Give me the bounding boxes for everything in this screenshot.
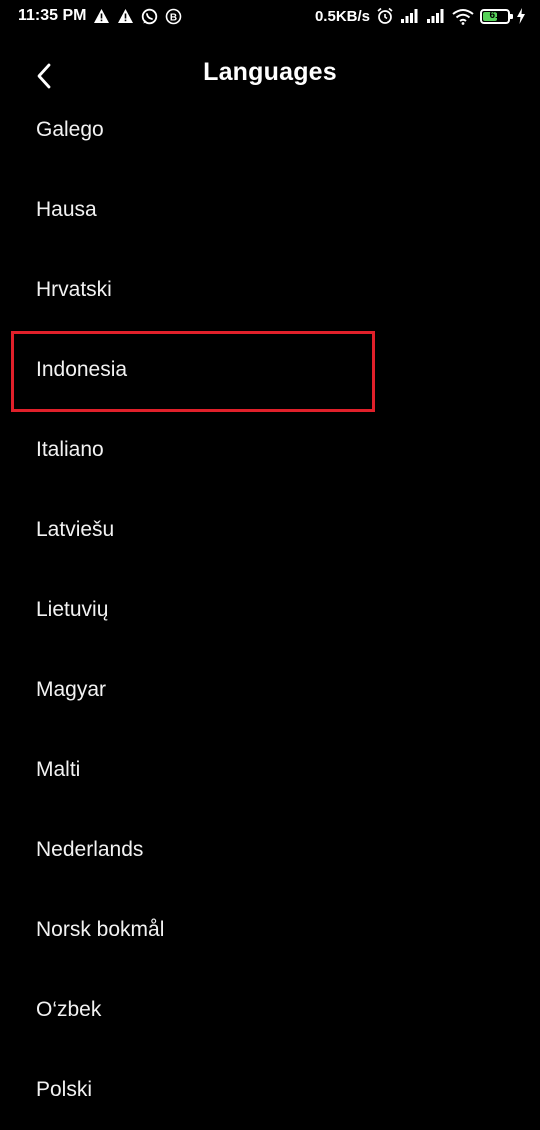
language-item-indonesia[interactable]: Indonesia — [0, 330, 540, 410]
network-speed: 0.5KB/s — [314, 7, 370, 25]
status-time: 11:35 PM — [18, 7, 87, 24]
language-item-nederlands[interactable]: Nederlands — [0, 810, 540, 890]
b-badge-icon: B — [164, 7, 182, 25]
language-item-hrvatski[interactable]: Hrvatski — [0, 250, 540, 330]
status-bar: 11:35 PM B 0.5KB/s 61 — [0, 0, 540, 34]
language-item-latviesu[interactable]: Latviešu — [0, 490, 540, 570]
wifi-icon — [452, 8, 474, 25]
language-item-hausa[interactable]: Hausa — [0, 170, 540, 250]
language-item-malti[interactable]: Malti — [0, 730, 540, 810]
language-list: Galego Hausa Hrvatski Indonesia Italiano… — [0, 90, 540, 1130]
warning-icon — [116, 7, 134, 25]
language-item-galego[interactable]: Galego — [0, 90, 540, 170]
signal-icon — [426, 8, 446, 24]
charging-icon — [516, 8, 526, 24]
whatsapp-icon — [140, 7, 158, 25]
battery-level: 61 — [489, 10, 501, 21]
battery-icon: 61 — [480, 8, 513, 24]
svg-text:B: B — [170, 12, 177, 23]
page-title: Languages — [203, 58, 337, 86]
language-item-polski[interactable]: Polski — [0, 1050, 540, 1130]
signal-icon — [400, 8, 420, 24]
language-item-lietuviu[interactable]: Lietuvių — [0, 570, 540, 650]
language-item-italiano[interactable]: Italiano — [0, 410, 540, 490]
status-right: 0.5KB/s 61 — [315, 7, 526, 25]
language-item-magyar[interactable]: Magyar — [0, 650, 540, 730]
status-left: 11:35 PM B — [18, 7, 182, 25]
language-item-ozbek[interactable]: O‘zbek — [0, 970, 540, 1050]
alarm-icon — [376, 7, 394, 25]
warning-icon — [92, 7, 110, 25]
language-item-norsk-bokmal[interactable]: Norsk bokmål — [0, 890, 540, 970]
